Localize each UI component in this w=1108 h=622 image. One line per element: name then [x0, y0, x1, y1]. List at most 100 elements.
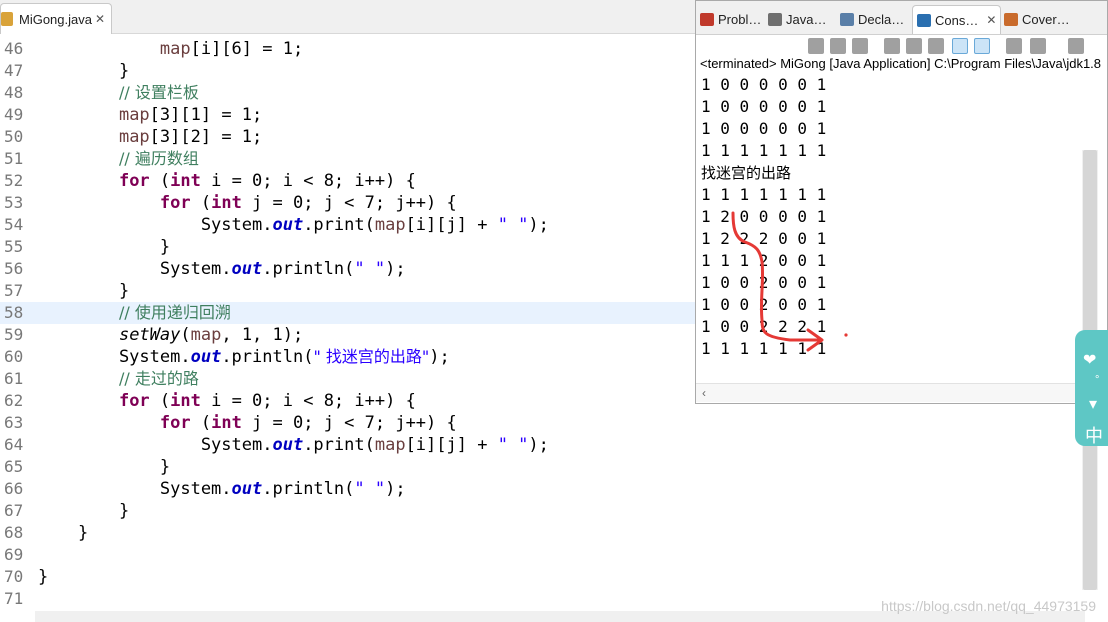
- code-token: System.: [78, 215, 273, 235]
- line-number: 59: [4, 325, 24, 344]
- code-text: map[i][6] = 1;: [78, 38, 303, 60]
- clear-console-icon[interactable]: [884, 38, 900, 54]
- code-token: // 使用递归回溯: [118, 303, 231, 322]
- code-text: System.out.print(map[i][j] + " ");: [78, 214, 549, 236]
- line-number: 50: [4, 127, 24, 146]
- code-token: for: [118, 171, 150, 191]
- console-tab-label: Java…: [786, 11, 827, 27]
- code-text: }: [78, 522, 88, 544]
- scroll-left-icon[interactable]: ‹: [702, 386, 706, 400]
- code-token: System.: [78, 435, 273, 455]
- code-token: [i][j] +: [405, 215, 498, 235]
- code-line[interactable]: 67 }: [0, 500, 1108, 522]
- code-token: .println(: [262, 259, 355, 279]
- console-tab[interactable]: Decla…: [840, 5, 904, 33]
- scroll-lock-icon[interactable]: [906, 38, 922, 54]
- close-icon[interactable]: ✕: [986, 13, 996, 27]
- console-view: Probl… Java… Decla… Cons… ✕ Cover… <terminate…: [695, 0, 1108, 404]
- code-line[interactable]: 63 for (int j = 0; j < 7; j++) {: [0, 412, 1108, 434]
- console-tab[interactable]: Cover…: [1004, 5, 1070, 33]
- line-number: 53: [4, 193, 24, 212]
- code-token: out: [231, 259, 263, 279]
- code-token: (: [149, 171, 171, 191]
- console-output-line: 1 1 1 1 1 1 1: [701, 185, 827, 204]
- code-token: map: [118, 127, 150, 147]
- console-tab[interactable]: Java…: [768, 5, 826, 33]
- console-status: <terminated> MiGong [Java Application] C…: [700, 56, 1102, 71]
- console-tab[interactable]: Cons… ✕: [912, 5, 1002, 34]
- code-line[interactable]: 70}: [0, 566, 1108, 588]
- code-token: }: [78, 523, 89, 543]
- code-text: System.out.print(map[i][j] + " ");: [78, 434, 549, 456]
- code-token: (: [180, 325, 191, 345]
- console-tab-bar: Probl… Java… Decla… Cons… ✕ Cover…: [696, 1, 1107, 35]
- line-number: 49: [4, 105, 24, 124]
- code-token: " ": [497, 215, 529, 235]
- line-number: 70: [4, 567, 24, 586]
- code-text: System.out.println(" 找迷宫的出路");: [78, 346, 450, 368]
- pin-console-icon[interactable]: [1006, 38, 1022, 54]
- code-token: [i][j] +: [405, 435, 498, 455]
- show-on-stderr-icon[interactable]: [974, 38, 990, 54]
- code-token: int: [170, 171, 201, 191]
- line-number: 51: [4, 149, 24, 168]
- line-number: 46: [4, 39, 24, 58]
- code-text: map[3][1] = 1;: [78, 104, 262, 126]
- console-horizontal-scrollbar[interactable]: ‹: [696, 383, 1107, 402]
- remove-all-icon[interactable]: [852, 38, 868, 54]
- code-token: [i][6] = 1;: [190, 39, 304, 59]
- open-console-icon[interactable]: [1068, 38, 1084, 54]
- code-token: " ": [354, 259, 386, 279]
- code-token: );: [385, 259, 406, 279]
- console-output-line: 1 0 0 0 0 0 1: [701, 97, 827, 116]
- close-icon[interactable]: ✕: [95, 12, 105, 26]
- console-output-line: 1 2 2 2 0 0 1: [701, 229, 827, 248]
- line-number: 47: [4, 61, 24, 80]
- heart-icon: ❤: [1083, 352, 1097, 369]
- code-token: " 找迷宫的出路": [313, 347, 430, 366]
- code-line[interactable]: 69: [0, 544, 1108, 566]
- code-text: }: [78, 280, 129, 302]
- editor-tab-bar: MiGong.java ✕: [0, 0, 695, 34]
- code-token: // 设置栏板: [118, 83, 199, 102]
- show-on-stdout-icon[interactable]: [952, 38, 968, 54]
- line-number: 64: [4, 435, 24, 454]
- code-token: }: [78, 61, 130, 81]
- code-token: (: [149, 391, 171, 411]
- code-text: }: [78, 456, 170, 478]
- ime-floating-toolbar[interactable]: ❤ ° ▾ 中: [1075, 330, 1108, 448]
- code-line[interactable]: 64 System.out.print(map[i][j] + " ");: [0, 434, 1108, 456]
- word-wrap-icon[interactable]: [928, 38, 944, 54]
- code-token: .println(: [221, 347, 314, 367]
- code-text: for (int i = 0; i < 8; i++) {: [78, 170, 416, 192]
- terminate-icon[interactable]: [808, 38, 824, 54]
- ime-mode-indicator[interactable]: 中: [1085, 422, 1103, 448]
- remove-launch-icon[interactable]: [830, 38, 846, 54]
- code-token: out: [190, 347, 222, 367]
- console-tab[interactable]: Probl…: [700, 5, 761, 33]
- view-icon: [700, 12, 714, 26]
- skin-icon[interactable]: ▾: [1089, 394, 1097, 414]
- code-text: for (int i = 0; i < 8; i++) {: [78, 390, 416, 412]
- code-text: }: [38, 566, 48, 588]
- code-token: [3][1] = 1;: [149, 105, 263, 125]
- code-text: }: [78, 236, 170, 258]
- tab-label: MiGong.java: [19, 11, 92, 27]
- code-token: );: [429, 347, 450, 367]
- code-token: );: [528, 215, 549, 235]
- code-line[interactable]: 65 }: [0, 456, 1108, 478]
- display-console-icon[interactable]: [1030, 38, 1046, 54]
- code-token: .println(: [262, 479, 355, 499]
- code-line[interactable]: 66 System.out.println(" ");: [0, 478, 1108, 500]
- dots-icon: °: [1095, 374, 1100, 386]
- line-number: 62: [4, 391, 24, 410]
- code-line[interactable]: 68}: [0, 522, 1108, 544]
- line-number: 69: [4, 545, 24, 564]
- tab-migong-java[interactable]: MiGong.java ✕: [0, 3, 112, 34]
- console-tab-label: Decla…: [858, 11, 905, 27]
- line-number: 71: [4, 589, 24, 608]
